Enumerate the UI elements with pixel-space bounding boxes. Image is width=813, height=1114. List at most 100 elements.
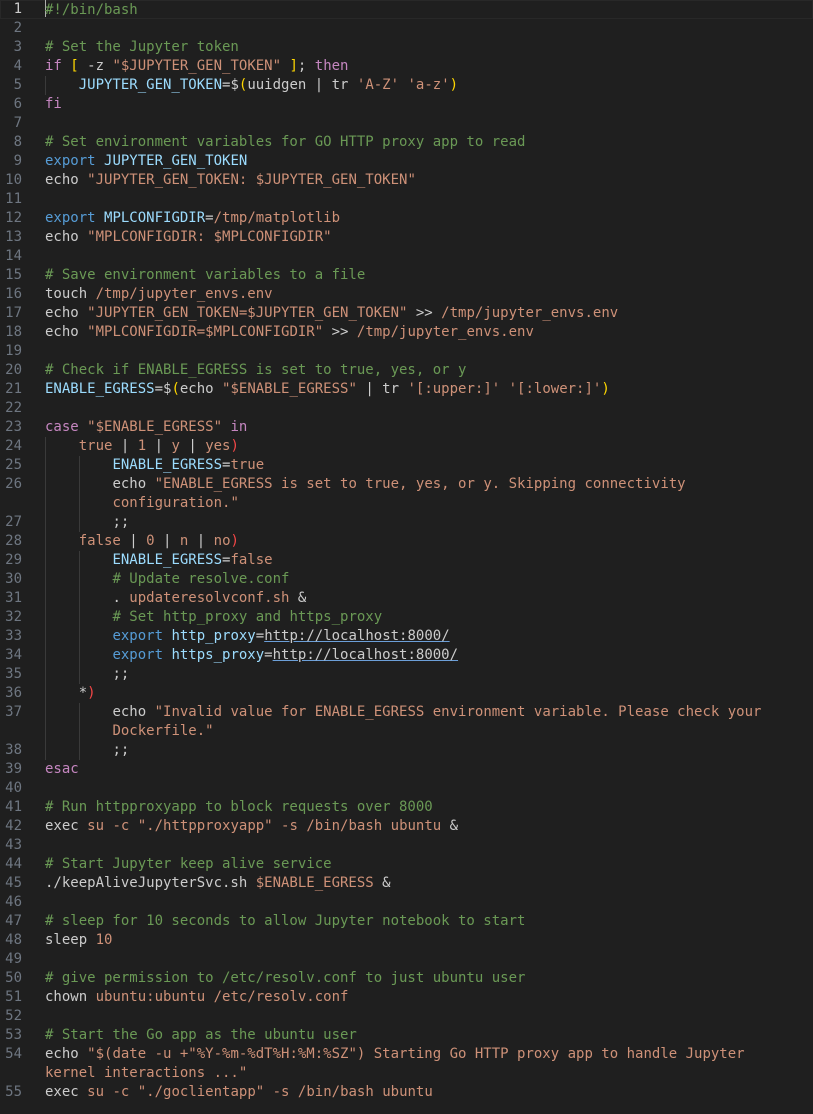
token-string: configuration." [112,495,239,511]
code-line[interactable]: 22 [0,399,813,418]
code-line[interactable]: 14 [0,247,813,266]
token-string: "./goclientapp" [137,1084,265,1100]
code-line[interactable]: 53 # Start the Go app as the ubuntu user [0,1026,813,1045]
code-line[interactable]: 24 true | 1 | y | yes) [0,437,813,456]
code-line[interactable]: 40 [0,779,813,798]
code-line[interactable]: 4 if [ -z "$JUPYTER_GEN_TOKEN" ]; then [0,57,813,76]
code-line[interactable]: 9 export JUPYTER_GEN_TOKEN [0,152,813,171]
token-string: 0 [146,533,155,549]
indent-guide [45,608,46,627]
code-line[interactable]: 21 ENABLE_EGRESS=$(echo "$ENABLE_EGRESS" … [0,380,813,399]
code-line[interactable]: 18 echo "MPLCONFIGDIR=$MPLCONFIGDIR" >> /… [0,323,813,342]
code-line[interactable]: 32 # Set http_proxy and https_proxy [0,608,813,627]
code-line[interactable]: 30 # Update resolve.conf [0,570,813,589]
token-var: JUPYTER_GEN_TOKEN [78,77,223,93]
code-line[interactable]: 1 #!/bin/bash [0,0,813,19]
line-number: 20 [5,362,22,378]
code-line[interactable]: 29 ENABLE_EGRESS=false [0,551,813,570]
code-line[interactable]: 38;; [0,741,813,760]
code-line[interactable]: 44 # Start Jupyter keep alive service [0,855,813,874]
code-text: configuration." [112,494,238,513]
line-number: 16 [5,286,22,302]
token-string: 'a-z' [407,77,450,93]
code-line[interactable]: 6 fi [0,95,813,114]
code-line-wrap[interactable]: configuration." [0,494,813,513]
code-line[interactable]: 47 # sleep for 10 seconds to allow Jupyte… [0,912,813,931]
code-line[interactable]: 27;; [0,513,813,532]
code-line[interactable]: 5 JUPYTER_GEN_TOKEN=$(uuidgen | tr 'A-Z' … [0,76,813,95]
code-line[interactable]: 3 # Set the Jupyter token [0,38,813,57]
code-text: echo "JUPYTER_GEN_TOKEN=$JUPYTER_GEN_TOK… [45,304,618,323]
code-line[interactable]: 23 case "$ENABLE_EGRESS" in [0,418,813,437]
code-line[interactable]: 11 [0,190,813,209]
token-keyword: esac [45,761,79,777]
token-plain: echo [45,229,88,245]
code-line[interactable]: 43 [0,836,813,855]
indent-guide [45,456,46,475]
code-line[interactable]: 39 esac [0,760,813,779]
code-line[interactable]: 19 [0,342,813,361]
code-line[interactable]: 54 echo "$(date -u +"%Y-%m-%dT%H:%M:%SZ")… [0,1045,813,1064]
code-line[interactable]: 17 echo "JUPYTER_GEN_TOKEN=$JUPYTER_GEN_T… [0,304,813,323]
line-number: 17 [5,305,22,321]
code-line[interactable]: 42 exec su -c "./httpproxyapp" -s /bin/ba… [0,817,813,836]
token-string: "$(date -u +"%Y-%m-%dT%H:%M:%SZ") Starti… [87,1046,745,1062]
code-line[interactable]: 50 # give permission to /etc/resolv.conf … [0,969,813,988]
token-plain: | [179,438,206,454]
code-line[interactable]: 41 # Run httpproxyapp to block requests o… [0,798,813,817]
code-line[interactable]: 34 export https_proxy=http://localhost:80… [0,646,813,665]
token-string: ubuntu [390,818,442,834]
code-line[interactable]: 20 # Check if ENABLE_EGRESS is set to tru… [0,361,813,380]
code-line[interactable]: 52 [0,1007,813,1026]
code-line[interactable]: 8 # Set environment variables for GO HTTP… [0,133,813,152]
token-plain: & [373,875,391,891]
code-line[interactable]: 35;; [0,665,813,684]
code-line[interactable]: 16 touch /tmp/jupyter_envs.env [0,285,813,304]
code-line[interactable]: 45 ./keepAliveJupyterSvc.sh $ENABLE_EGRES… [0,874,813,893]
code-line[interactable]: 55 exec su -c "./goclientapp" -s /bin/bas… [0,1083,813,1102]
code-line[interactable]: 7 [0,114,813,133]
token-plain: | [120,533,147,549]
indent-guide [45,532,46,551]
token-comment: # Check if ENABLE_EGRESS is set to true,… [45,362,467,378]
token-url[interactable]: http://localhost:8000/ [264,628,449,644]
code-editor[interactable]: 1 #!/bin/bash 2 3 # Set the Jupyter token 4 if… [0,0,813,1114]
code-text: #!/bin/bash [45,0,138,20]
token-url[interactable]: http://localhost:8000/ [273,647,458,663]
code-line[interactable]: 51 chown ubuntu:ubuntu /etc/resolv.conf [0,988,813,1007]
code-line[interactable]: 26 echo "ENABLE_EGRESS is set to true, ye… [0,475,813,494]
code-line-wrap[interactable]: kernel interactions ..." [0,1064,813,1083]
code-line[interactable]: 37 echo "Invalid value for ENABLE_EGRESS … [0,703,813,722]
indent-guide [78,703,80,722]
token-builtin: export [45,210,96,226]
code-line[interactable]: 46 [0,893,813,912]
token-plain: ;; [112,742,130,758]
code-text: # Set environment variables for GO HTTP … [45,133,525,152]
code-line[interactable]: 10 echo "JUPYTER_GEN_TOKEN: $JUPYTER_GEN_… [0,171,813,190]
code-line[interactable]: 48 sleep 10 [0,931,813,950]
code-text: exec su -c "./goclientapp" -s /bin/bash … [45,1083,433,1102]
token-plain: ./keepAliveJupyterSvc.sh [45,875,256,891]
code-line[interactable]: 28 false | 0 | n | no) [0,532,813,551]
code-line[interactable]: 36 *) [0,684,813,703]
code-line[interactable]: 12 export MPLCONFIGDIR=/tmp/matplotlib [0,209,813,228]
code-line[interactable]: 13 echo "MPLCONFIGDIR: $MPLCONFIGDIR" [0,228,813,247]
line-number: 3 [13,39,22,55]
line-number: 6 [13,96,22,112]
code-line[interactable]: 49 [0,950,813,969]
code-text: sleep 10 [45,931,112,950]
code-line[interactable]: 25 ENABLE_EGRESS=true [0,456,813,475]
code-line-wrap[interactable]: Dockerfile." [0,722,813,741]
code-line[interactable]: 15 # Save environment variables to a file [0,266,813,285]
code-line[interactable]: 31. updateresolvconf.sh & [0,589,813,608]
code-text: export http_proxy=http://localhost:8000/ [112,627,449,646]
code-text: # Start Jupyter keep alive service [45,855,332,874]
code-line[interactable]: 2 [0,19,813,38]
code-line[interactable]: 33 export http_proxy=http://localhost:800… [0,627,813,646]
